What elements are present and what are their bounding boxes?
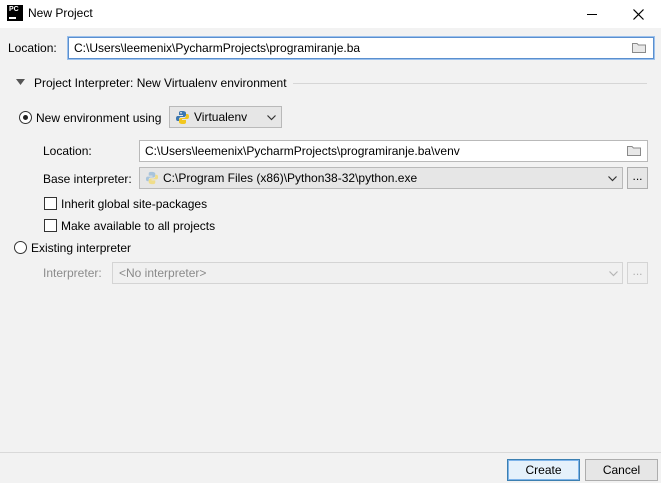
existing-interpreter-browse-button[interactable]: ... (627, 262, 648, 284)
interpreter-section-header: Project Interpreter: New Virtualenv envi… (34, 76, 287, 90)
create-button[interactable]: Create (507, 459, 580, 481)
location-label: Location: (8, 41, 57, 55)
collapse-triangle-icon[interactable] (16, 79, 25, 86)
minimize-button[interactable] (569, 0, 615, 28)
project-location-value: C:\Users\leemenix\PycharmProjects\progra… (74, 41, 361, 55)
environment-tool-value: Virtualenv (194, 110, 248, 124)
environment-tool-dropdown[interactable]: Virtualenv (169, 106, 282, 128)
inherit-site-packages-label: Inherit global site-packages (61, 197, 208, 211)
venv-location-value: C:\Users\leemenix\PycharmProjects\progra… (145, 144, 460, 158)
new-environment-radio[interactable] (19, 111, 32, 124)
make-available-label: Make available to all projects (61, 219, 216, 233)
cancel-button[interactable]: Cancel (585, 459, 658, 481)
base-interpreter-browse-button[interactable]: ... (627, 167, 648, 189)
existing-interpreter-value: <No interpreter> (119, 266, 207, 280)
pycharm-app-icon: PC (7, 5, 23, 21)
close-icon (632, 8, 644, 20)
folder-icon[interactable] (632, 42, 646, 53)
project-location-input[interactable]: C:\Users\leemenix\PycharmProjects\progra… (68, 37, 654, 59)
close-button[interactable] (615, 0, 661, 28)
venv-location-input[interactable]: C:\Users\leemenix\PycharmProjects\progra… (139, 140, 648, 162)
make-available-checkbox[interactable] (44, 219, 57, 232)
minimize-icon (587, 14, 597, 15)
section-divider (293, 83, 647, 84)
footer-divider (0, 452, 661, 453)
existing-interpreter-dropdown[interactable]: <No interpreter> (112, 262, 623, 284)
chevron-down-icon (609, 271, 618, 277)
base-interpreter-dropdown[interactable]: C:\Program Files (x86)\Python38-32\pytho… (139, 167, 623, 189)
new-environment-label: New environment using (36, 111, 162, 125)
chevron-down-icon (267, 115, 276, 121)
python-icon (176, 111, 189, 124)
python-icon (145, 171, 159, 185)
existing-interpreter-label: Existing interpreter (31, 241, 132, 255)
chevron-down-icon (608, 176, 617, 182)
base-interpreter-value: C:\Program Files (x86)\Python38-32\pytho… (163, 171, 418, 185)
window-title: New Project (28, 6, 93, 20)
inherit-site-packages-checkbox[interactable] (44, 197, 57, 210)
title-bar (0, 0, 661, 28)
venv-location-label: Location: (43, 144, 92, 158)
existing-interpreter-radio[interactable] (14, 241, 27, 254)
folder-icon[interactable] (627, 145, 641, 156)
interpreter-label: Interpreter: (43, 266, 102, 280)
base-interpreter-label: Base interpreter: (43, 172, 132, 186)
